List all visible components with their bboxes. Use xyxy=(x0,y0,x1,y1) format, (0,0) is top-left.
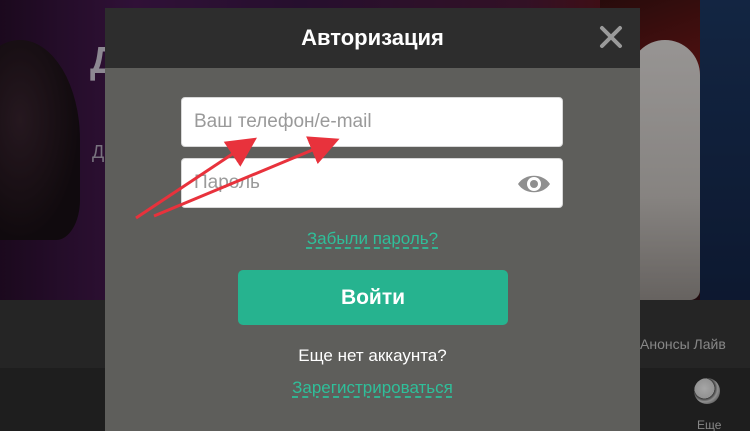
auth-modal: Авторизация Забыли пароль? Войти Еще нет… xyxy=(105,8,640,431)
password-field[interactable] xyxy=(181,158,563,208)
close-button[interactable] xyxy=(596,22,626,52)
close-icon xyxy=(600,26,622,48)
login-input[interactable] xyxy=(182,98,562,146)
modal-header: Авторизация xyxy=(105,8,640,68)
modal-title: Авторизация xyxy=(301,25,444,50)
register-row: Зарегистрироваться xyxy=(105,378,640,398)
register-link[interactable]: Зарегистрироваться xyxy=(292,378,453,397)
login-button[interactable]: Войти xyxy=(238,270,508,325)
no-account-text: Еще нет аккаунта? xyxy=(298,346,447,365)
forgot-password-link[interactable]: Забыли пароль? xyxy=(307,229,438,248)
password-input[interactable] xyxy=(182,159,562,207)
eye-icon[interactable] xyxy=(516,170,552,198)
forgot-password-row: Забыли пароль? xyxy=(105,229,640,249)
login-field[interactable] xyxy=(181,97,563,147)
